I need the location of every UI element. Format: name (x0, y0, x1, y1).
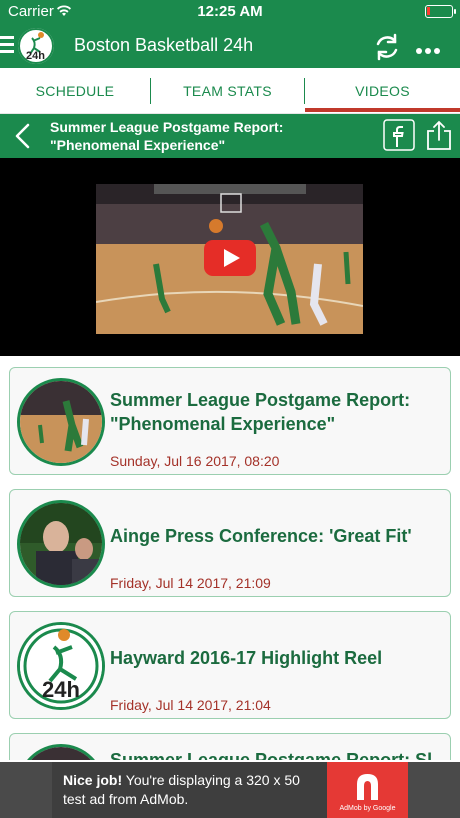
video-title: Summer League Postgame Report: "Phenomen… (50, 119, 284, 153)
tab-bar: SCHEDULE TEAM STATS VIDEOS (0, 68, 460, 114)
ad-headline: Nice job! (63, 772, 123, 788)
play-icon[interactable] (204, 240, 256, 276)
menu-icon[interactable] (0, 36, 14, 56)
ad-banner[interactable]: Nice job! You're displaying a 320 x 50 t… (0, 762, 460, 818)
video-player[interactable] (0, 158, 460, 356)
refresh-icon[interactable] (372, 32, 402, 62)
clock: 12:25 AM (197, 3, 263, 20)
svg-text:24h: 24h (42, 677, 80, 702)
app-title: Boston Basketball 24h (74, 35, 254, 55)
tab-team-stats[interactable]: TEAM STATS (151, 68, 304, 114)
more-icon[interactable] (416, 41, 446, 54)
list-item[interactable]: Summer League Postgame Report: "Phenomen… (9, 367, 451, 475)
app-logo: 24h (16, 26, 56, 66)
video-title: Summer League Postgame Report: "Phenomen… (110, 390, 411, 434)
tab-schedule[interactable]: SCHEDULE (0, 68, 150, 114)
video-thumb (17, 378, 105, 466)
status-bar: Carrier 12:25 AM (0, 0, 460, 24)
video-date: Friday, Jul 14 2017, 21:04 (110, 697, 271, 713)
video-title: Summer League Postgame Report: Sl (110, 750, 433, 760)
ad-brand: AdMob by Google (339, 805, 396, 812)
facebook-icon[interactable] (383, 119, 415, 151)
svg-text:24h: 24h (26, 50, 45, 62)
video-header: Summer League Postgame Report: "Phenomen… (0, 114, 460, 158)
list-item[interactable]: 24h Hayward 2016-17 Highlight Reel Frida… (9, 611, 451, 719)
video-thumb (17, 500, 105, 588)
battery-icon (425, 5, 456, 18)
back-icon[interactable] (12, 122, 32, 150)
admob-logo: AdMob by Google (327, 762, 408, 818)
ad-text: Nice job! You're displaying a 320 x 50 t… (63, 771, 323, 809)
app-screen: Carrier 12:25 AM 24h Boston Basketball 2… (0, 0, 460, 818)
active-tab-indicator (305, 108, 460, 112)
video-list: Summer League Postgame Report: "Phenomen… (0, 356, 460, 760)
video-date: Sunday, Jul 16 2017, 08:20 (110, 453, 280, 469)
video-thumb: 24h (17, 622, 105, 710)
video-title: Ainge Press Conference: 'Great Fit' (110, 526, 412, 546)
list-item[interactable]: Ainge Press Conference: 'Great Fit' Frid… (9, 489, 451, 597)
video-title: Hayward 2016-17 Highlight Reel (110, 648, 383, 668)
top-bar: Carrier 12:25 AM 24h Boston Basketball 2… (0, 0, 460, 68)
video-date: Friday, Jul 14 2017, 21:09 (110, 575, 271, 591)
list-item[interactable]: Summer League Postgame Report: Sl (9, 733, 451, 760)
app-bar: 24h Boston Basketball 24h (0, 24, 460, 68)
ad-content[interactable]: Nice job! You're displaying a 320 x 50 t… (52, 762, 408, 818)
app-logo-graphic: 24h (18, 28, 54, 64)
share-icon[interactable] (425, 119, 453, 151)
video-thumb (17, 744, 105, 760)
